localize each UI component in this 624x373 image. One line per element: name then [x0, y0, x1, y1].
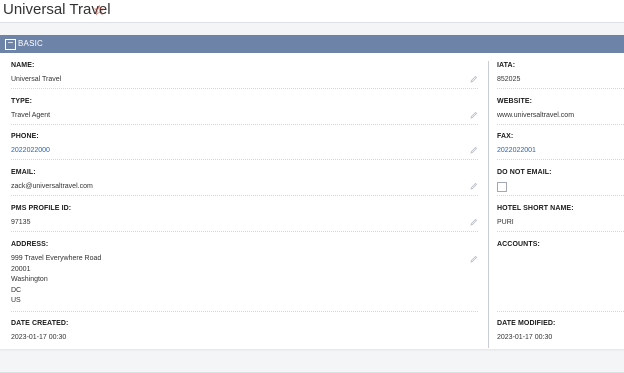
- field-label: DATE MODIFIED:: [497, 320, 556, 327]
- field-accounts: ACCOUNTS:: [497, 241, 624, 319]
- field-label: PMS PROFILE ID:: [11, 205, 72, 212]
- field-label: FAX:: [497, 133, 514, 140]
- field-label: IATA:: [497, 62, 516, 69]
- phone-link[interactable]: 2022022000: [11, 146, 50, 157]
- field-label: NAME:: [11, 62, 35, 69]
- pencil-icon[interactable]: [470, 218, 478, 226]
- basic-panel: − BASIC NAME: Universal Travel TYPE: Tra…: [0, 35, 624, 349]
- minus-icon[interactable]: −: [5, 39, 16, 50]
- field-name: NAME: Universal Travel: [11, 62, 478, 92]
- field-label: ACCOUNTS:: [497, 241, 540, 248]
- field-value: 852025: [497, 76, 521, 83]
- star-outline-icon[interactable]: ☆: [93, 1, 106, 19]
- column-divider: [488, 61, 489, 348]
- address-line: DC: [11, 286, 22, 294]
- field-separator: [497, 124, 624, 125]
- field-separator: [11, 88, 478, 89]
- field-separator: [11, 124, 478, 125]
- field-value: PURI: [497, 219, 514, 226]
- title-bar: Universal Travel ☆: [0, 0, 624, 23]
- field-separator: [11, 195, 478, 196]
- field-label: WEBSITE:: [497, 98, 533, 105]
- address-line: US: [11, 297, 21, 304]
- field-label: HOTEL SHORT NAME:: [497, 205, 574, 212]
- field-iata: IATA: 852025: [497, 62, 624, 92]
- field-value: 97135: [11, 219, 31, 226]
- pencil-icon[interactable]: [470, 182, 478, 190]
- field-separator: [11, 159, 478, 160]
- field-separator: [11, 231, 478, 232]
- field-type: TYPE: Travel Agent: [11, 98, 478, 128]
- field-separator: [497, 88, 624, 89]
- field-do-not-email: DO NOT EMAIL:: [497, 169, 624, 199]
- field-date-modified: DATE MODIFIED: 2023-01-17 00:30: [497, 320, 624, 346]
- do-not-email-checkbox[interactable]: [497, 182, 507, 192]
- panel-header[interactable]: − BASIC: [0, 35, 624, 53]
- pencil-icon[interactable]: [470, 111, 478, 119]
- address-line: 20001: [11, 265, 31, 273]
- field-label: ADDRESS:: [11, 241, 49, 248]
- field-value: zack@universaltravel.com: [11, 183, 93, 190]
- field-label: EMAIL:: [11, 169, 36, 176]
- panel-title: BASIC: [18, 39, 44, 48]
- field-label: PHONE:: [11, 133, 39, 140]
- field-separator: [497, 159, 624, 160]
- field-value: Travel Agent: [11, 112, 51, 119]
- field-separator: [497, 311, 624, 312]
- address-line: Washington: [11, 276, 48, 283]
- field-value: 2023-01-17 00:30: [11, 334, 67, 341]
- pencil-icon[interactable]: [470, 255, 478, 263]
- field-email: EMAIL: zack@universaltravel.com: [11, 169, 478, 199]
- fax-link[interactable]: 2022022001: [497, 146, 536, 157]
- field-fax: FAX: 2022022001: [497, 133, 624, 163]
- field-date-created: DATE CREATED: 2023-01-17 00:30: [11, 320, 478, 346]
- field-website: WEBSITE: www.universaltravel.com: [497, 98, 624, 128]
- field-hotel-short-name: HOTEL SHORT NAME: PURI: [497, 205, 624, 235]
- field-address: ADDRESS: 999 Travel Everywhere Road 2000…: [11, 241, 478, 319]
- address-line: 999 Travel Everywhere Road: [11, 255, 102, 262]
- field-separator: [11, 311, 478, 312]
- field-value: www.universaltravel.com: [497, 112, 575, 119]
- field-label: DO NOT EMAIL:: [497, 169, 552, 176]
- field-label: TYPE:: [11, 98, 33, 105]
- field-phone: PHONE: 2022022000: [11, 133, 478, 163]
- field-separator: [497, 195, 624, 196]
- field-pms-profile-id: PMS PROFILE ID: 97135: [11, 205, 478, 235]
- field-value: 2023-01-17 00:30: [497, 334, 553, 341]
- field-separator: [497, 231, 624, 232]
- pencil-icon[interactable]: [470, 75, 478, 83]
- field-value: Universal Travel: [11, 76, 62, 83]
- pencil-icon[interactable]: [470, 146, 478, 154]
- field-label: DATE CREATED:: [11, 320, 69, 327]
